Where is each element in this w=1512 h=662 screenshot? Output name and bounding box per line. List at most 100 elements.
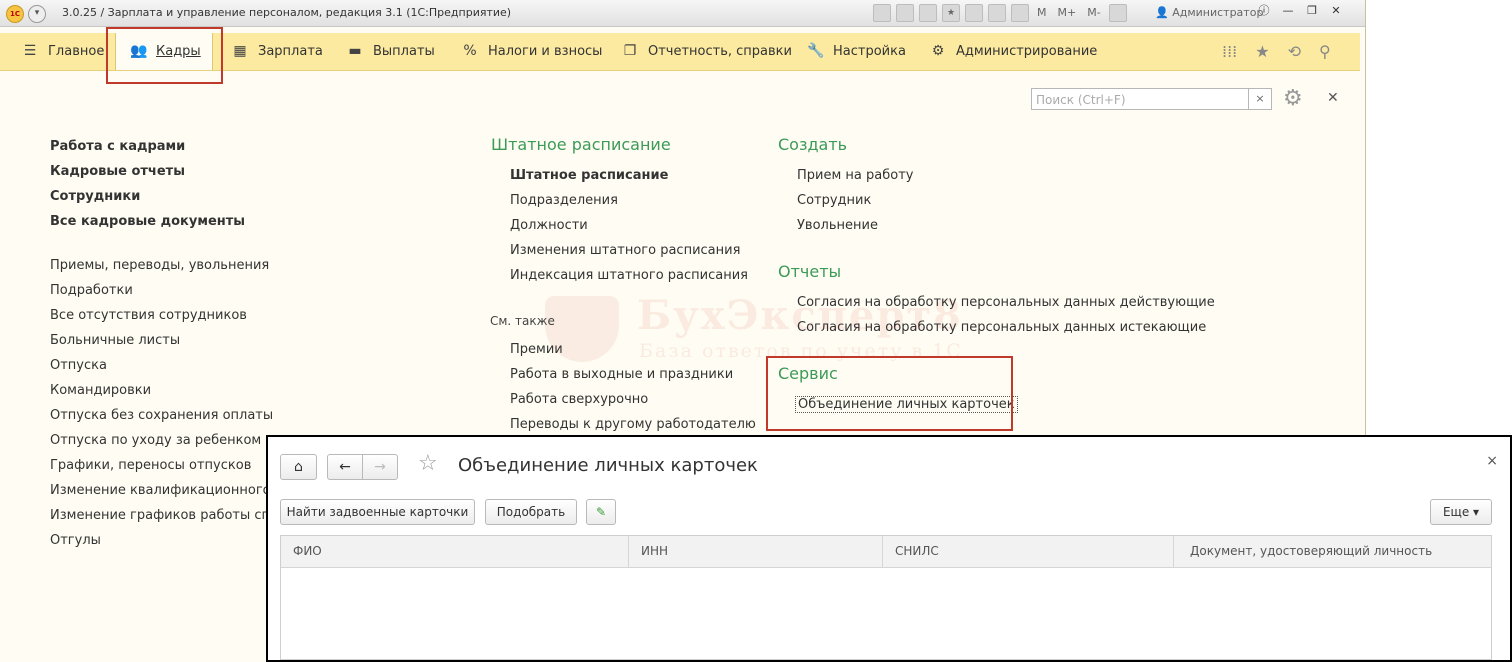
link-schedule-change[interactable]: Изменение графиков работы списк — [50, 508, 293, 523]
panel-settings-icon[interactable]: ⚙ — [1283, 87, 1303, 111]
1c-logo-icon: 1С — [6, 5, 24, 23]
wallet-icon: ▬ — [348, 43, 362, 59]
link-create-dismissal[interactable]: Увольнение — [797, 218, 878, 233]
link-create-hiring[interactable]: Прием на работу — [797, 168, 913, 183]
minimize-icon[interactable]: — — [1280, 3, 1296, 19]
close-dialog-icon[interactable]: × — [1486, 453, 1498, 469]
column-inn[interactable]: ИНН — [629, 536, 883, 567]
pick-button[interactable]: Подобрать — [485, 499, 577, 525]
current-user[interactable]: 👤 Администратор — [1155, 6, 1263, 19]
user-name: Администратор — [1172, 6, 1264, 19]
nav-administration[interactable]: ⚙ Администрирование — [930, 33, 1098, 70]
info-icon[interactable]: ⓘ — [1256, 3, 1272, 19]
more-menu-button[interactable]: Еще ▾ — [1430, 499, 1492, 525]
clear-search-icon[interactable]: × — [1248, 89, 1271, 109]
link-icon[interactable] — [965, 4, 983, 22]
preview-icon[interactable] — [919, 4, 937, 22]
favorite-icon[interactable]: ★ — [942, 4, 960, 22]
percent-icon: % — [463, 43, 477, 59]
link-positions[interactable]: Должности — [510, 218, 588, 233]
link-transfers-to-employer[interactable]: Переводы к другому работодателю — [510, 417, 756, 432]
home-button[interactable]: ⌂ — [280, 454, 317, 480]
edit-pencil-icon[interactable]: ✎ — [586, 499, 616, 525]
link-overtime[interactable]: Работа сверхурочно — [510, 392, 648, 407]
link-parental-leaves[interactable]: Отпуска по уходу за ребенком — [50, 433, 261, 448]
nav-payments[interactable]: ▬ Выплаты — [347, 33, 435, 70]
close-panel-icon[interactable]: ✕ — [1327, 90, 1339, 106]
forward-button[interactable]: → — [362, 454, 398, 480]
nav-hr[interactable]: 👥 Кадры — [115, 33, 213, 70]
window-title: 3.0.25 / Зарплата и управление персонало… — [62, 6, 512, 19]
link-business-trips[interactable]: Командировки — [50, 383, 151, 398]
link-employees[interactable]: Сотрудники — [50, 189, 140, 204]
nav-main[interactable]: ☰ Главное — [22, 33, 105, 70]
search-icon[interactable]: ⚲ — [1319, 42, 1331, 61]
favorites-star-icon[interactable]: ★ — [1255, 42, 1269, 61]
favorite-star-icon[interactable]: ☆ — [418, 451, 438, 476]
nav-administration-label: Администрирование — [956, 44, 1098, 59]
nav-taxes[interactable]: % Налоги и взносы — [462, 33, 602, 70]
link-absences[interactable]: Все отсутствия сотрудников — [50, 308, 247, 323]
nav-salary[interactable]: ▦ Зарплата — [232, 33, 323, 70]
merge-cards-dialog: ⌂ ← → ☆ Объединение личных карточек × На… — [266, 435, 1512, 662]
nav-right-tools: ⁞⁞⁞ ★ ⟲ ⚲ — [1222, 42, 1331, 61]
reports-icon: ❐ — [623, 43, 637, 59]
more-label: Еще — [1442, 505, 1470, 519]
wrench-icon: 🔧 — [807, 43, 825, 59]
link-hiring-transfers[interactable]: Приемы, переводы, увольнения — [50, 258, 269, 273]
link-vacations[interactable]: Отпуска — [50, 358, 107, 373]
search-input[interactable] — [1032, 90, 1250, 110]
column-id-document[interactable]: Документ, удостоверяющий личность — [1174, 536, 1491, 567]
link-departments[interactable]: Подразделения — [510, 193, 618, 208]
cards-table[interactable]: ФИО ИНН СНИЛС Документ, удостоверяющий л… — [280, 535, 1492, 660]
link-staffing-indexation[interactable]: Индексация штатного расписания — [510, 268, 748, 283]
memory-m-button[interactable]: M — [1034, 5, 1050, 21]
nav-settings[interactable]: 🔧 Настройка — [807, 33, 906, 70]
nav-reports[interactable]: ❐ Отчетность, справки — [622, 33, 792, 70]
back-button[interactable]: ← — [327, 454, 363, 480]
link-bonuses[interactable]: Премии — [510, 342, 563, 357]
system-menu-icon[interactable]: ▾ — [28, 5, 46, 23]
memory-minus-button[interactable]: M- — [1084, 5, 1103, 21]
link-part-time[interactable]: Подработки — [50, 283, 133, 298]
nav-salary-label: Зарплата — [258, 44, 323, 59]
column-fio[interactable]: ФИО — [281, 536, 629, 567]
section-panel: ☰ Главное 👥 Кадры ▦ Зарплата ▬ Выплаты % Нало… — [0, 33, 1360, 71]
history-icon[interactable]: ⟲ — [1288, 42, 1301, 61]
column-snils[interactable]: СНИЛС — [883, 536, 1174, 567]
link-consents-expiring[interactable]: Согласия на обработку персональных данны… — [797, 320, 1206, 335]
apps-grid-icon[interactable]: ⁞⁞⁞ — [1222, 42, 1237, 61]
save-icon[interactable] — [873, 4, 891, 22]
calendar-icon[interactable] — [1011, 4, 1029, 22]
link-consents-active[interactable]: Согласия на обработку персональных данны… — [797, 295, 1215, 310]
title-toolbar: ★ M M+ M- — [873, 4, 1127, 22]
link-create-employee[interactable]: Сотрудник — [797, 193, 871, 208]
window-controls: ⓘ — ❐ ✕ — [1256, 3, 1344, 19]
calculator-icon[interactable] — [988, 4, 1006, 22]
group-reports-title: Отчеты — [778, 262, 842, 281]
nav-hr-label: Кадры — [156, 44, 201, 59]
close-window-icon[interactable]: ✕ — [1328, 3, 1344, 19]
link-sick-leaves[interactable]: Больничные листы — [50, 333, 180, 348]
search-field: × — [1031, 88, 1272, 110]
find-duplicate-cards-button[interactable]: Найти задвоенные карточки — [280, 499, 475, 525]
link-merge-personal-cards[interactable]: Объединение личных карточек — [795, 396, 1018, 413]
print-icon[interactable] — [896, 4, 914, 22]
link-all-hr-documents[interactable]: Все кадровые документы — [50, 214, 245, 229]
link-vacation-schedules[interactable]: Графики, переносы отпусков — [50, 458, 251, 473]
link-hr-reports[interactable]: Кадровые отчеты — [50, 164, 185, 179]
window-list-icon[interactable] — [1108, 4, 1127, 22]
nav-payments-label: Выплаты — [373, 44, 435, 59]
link-hr-work[interactable]: Работа с кадрами — [50, 139, 185, 154]
link-qualification-change[interactable]: Изменение квалификационного раз — [50, 483, 298, 498]
link-time-off[interactable]: Отгулы — [50, 533, 101, 548]
link-unpaid-leaves[interactable]: Отпуска без сохранения оплаты — [50, 408, 273, 423]
link-staffing-table[interactable]: Штатное расписание — [510, 168, 668, 183]
maximize-icon[interactable]: ❐ — [1304, 3, 1320, 19]
group-staffing-title: Штатное расписание — [491, 135, 671, 154]
nav-reports-label: Отчетность, справки — [648, 44, 792, 59]
people-icon: 👥 — [130, 43, 148, 59]
memory-plus-button[interactable]: M+ — [1055, 5, 1080, 21]
link-holiday-work[interactable]: Работа в выходные и праздники — [510, 367, 733, 382]
link-staffing-changes[interactable]: Изменения штатного расписания — [510, 243, 740, 258]
